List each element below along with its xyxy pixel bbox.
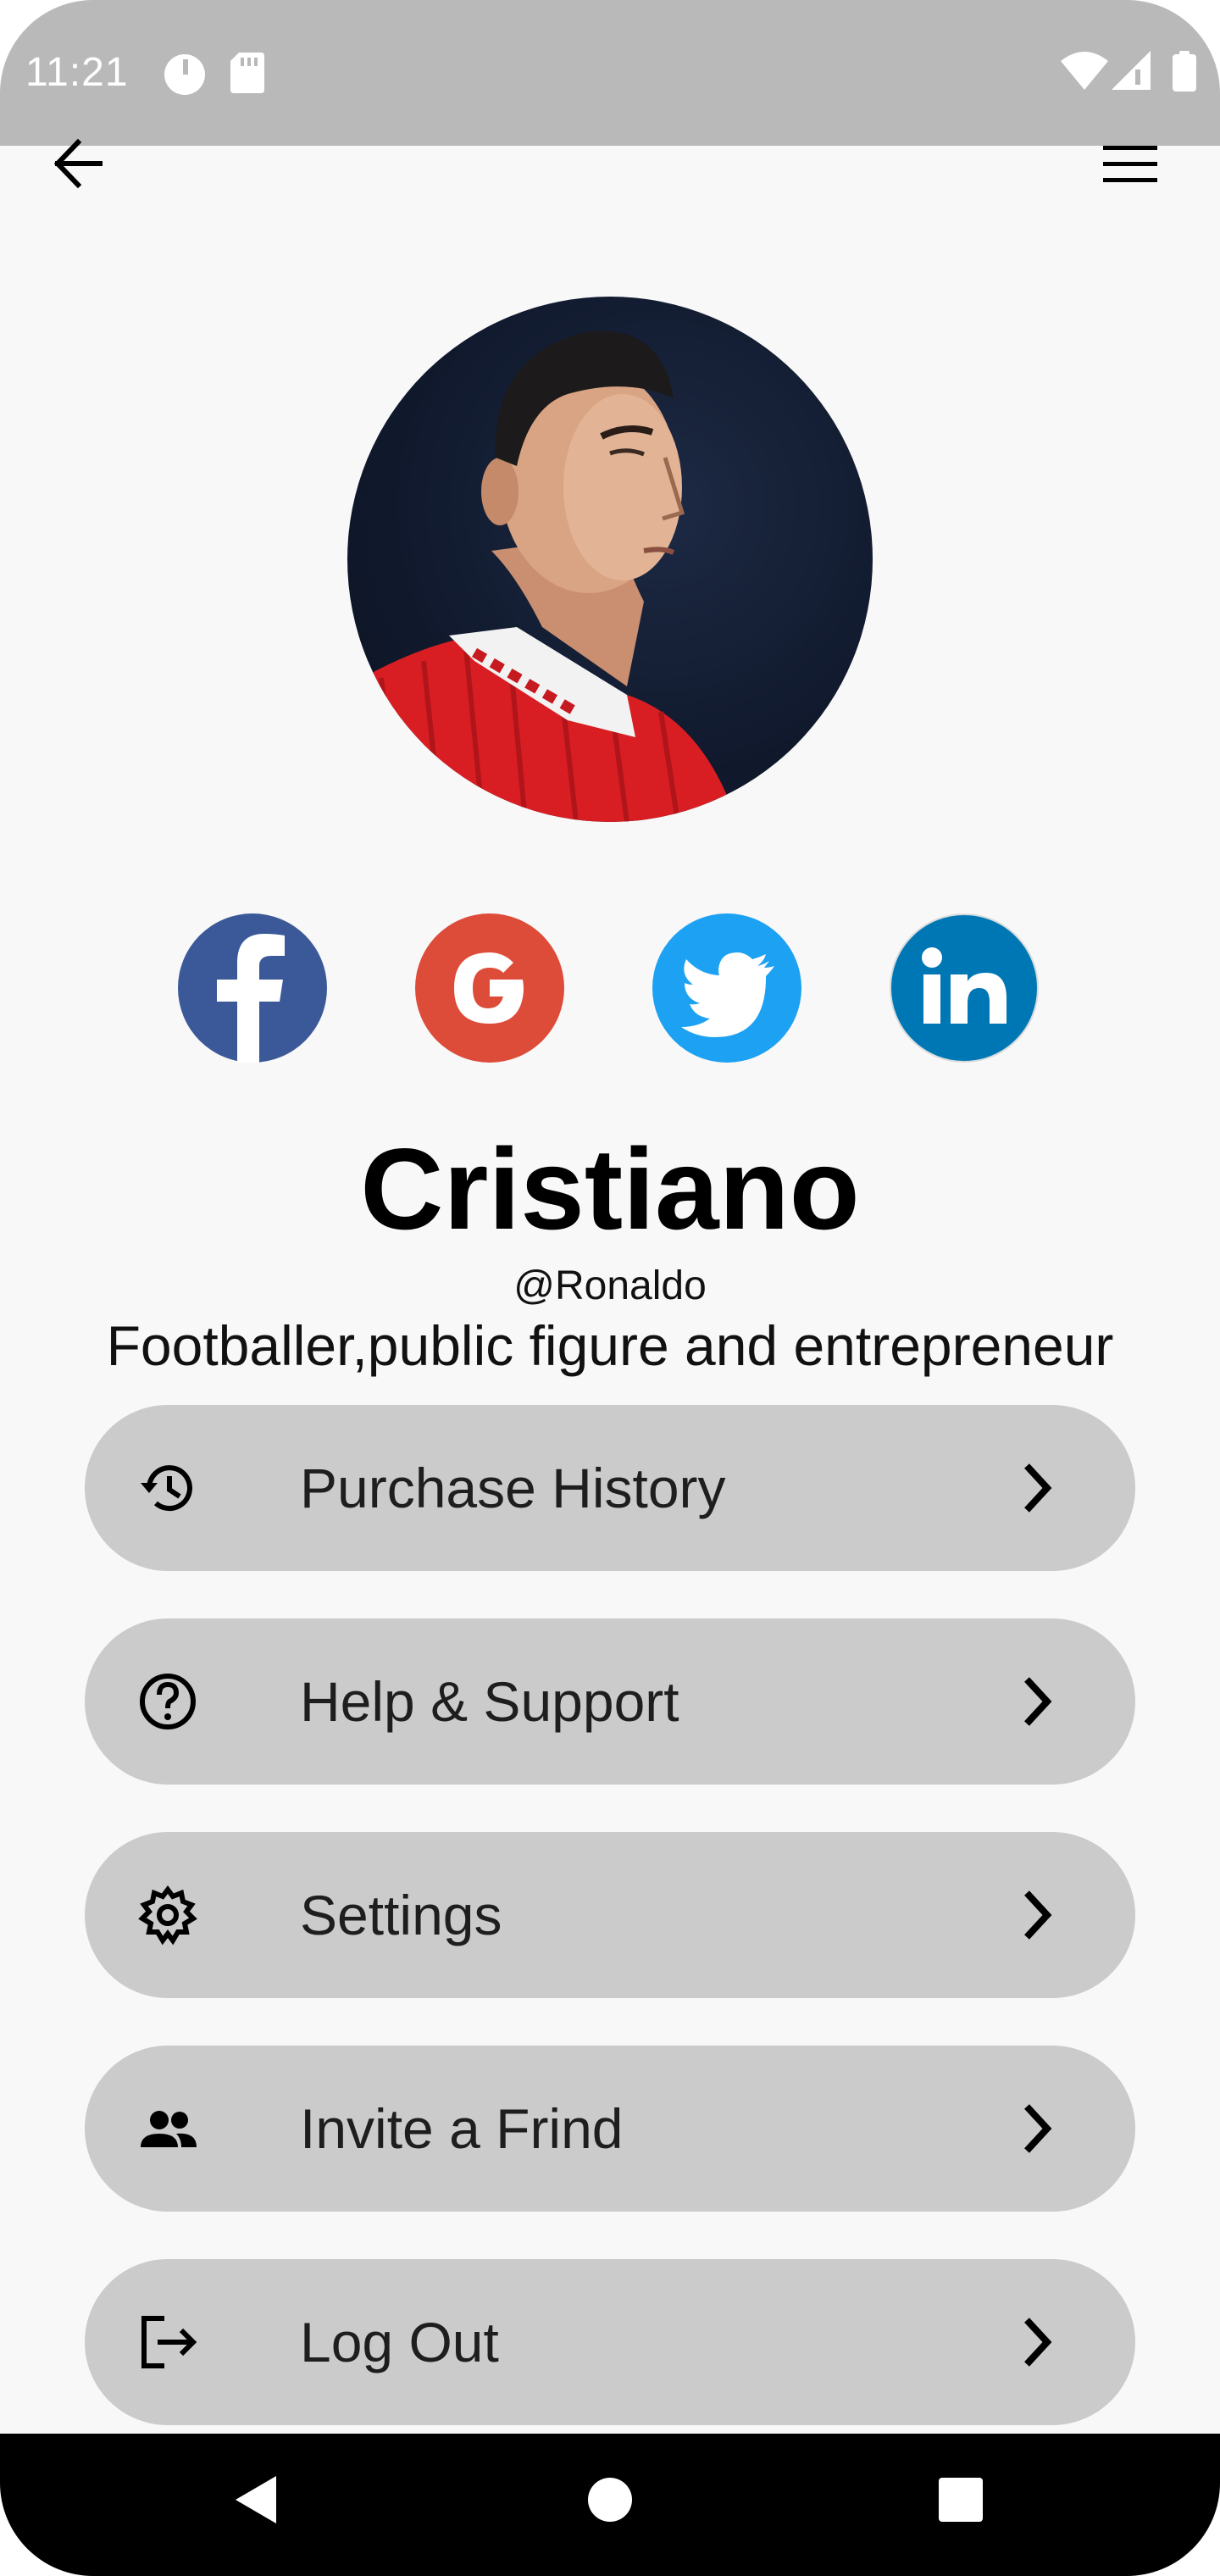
profile-handle: @Ronaldo: [513, 1263, 707, 1308]
profile-name: Cristiano: [360, 1124, 860, 1253]
profile-bio: Footballer,public figure and entrepreneu…: [106, 1314, 1114, 1377]
avatar[interactable]: [347, 297, 873, 822]
home-circle-icon[interactable]: [585, 2468, 635, 2536]
history-icon: [134, 1454, 202, 1522]
menu-item-label: Log Out: [300, 2311, 499, 2373]
wifi-icon: [1061, 51, 1108, 94]
twitter-button[interactable]: [652, 913, 801, 1063]
back-triangle-icon[interactable]: [229, 2468, 280, 2536]
status-time: 11:21: [25, 50, 129, 95]
menu-item-help-support[interactable]: Help & Support: [85, 1618, 1135, 1785]
chevron-right-icon: [1008, 1885, 1068, 1946]
people-icon: [134, 2095, 202, 2162]
status-bar: 11:21: [0, 0, 1220, 146]
signal-icon: [1112, 51, 1151, 94]
chevron-right-icon: [1008, 2098, 1068, 2159]
back-button[interactable]: [49, 134, 117, 193]
menu-item-invite-friend[interactable]: Invite a Frind: [85, 2046, 1135, 2212]
chevron-right-icon: [1008, 2312, 1068, 2373]
menu-item-log-out[interactable]: Log Out: [85, 2259, 1135, 2425]
help-icon: [134, 1668, 202, 1735]
chevron-right-icon: [1008, 1671, 1068, 1732]
system-nav-bar: [0, 2434, 1220, 2576]
menu-item-purchase-history[interactable]: Purchase History: [85, 1405, 1135, 1571]
phone-screen: 11:21 Cristiano @Ronaldo Footballer,publ…: [0, 0, 1220, 2576]
linkedin-icon: [890, 913, 1039, 1063]
menu-item-label: Purchase History: [300, 1457, 726, 1519]
facebook-icon: [178, 913, 327, 1063]
notification-icon: [163, 53, 207, 101]
menu-item-label: Invite a Frind: [300, 2097, 624, 2160]
menu-item-settings[interactable]: Settings: [85, 1832, 1135, 1998]
twitter-icon: [652, 913, 801, 1063]
menu-item-label: Help & Support: [300, 1670, 679, 1733]
sd-card-icon: [230, 53, 264, 97]
arrow-left-icon: [53, 138, 103, 189]
google-button[interactable]: [415, 913, 564, 1063]
profile-photo: [347, 330, 737, 822]
battery-icon: [1173, 51, 1196, 96]
facebook-button[interactable]: [178, 913, 327, 1063]
logout-icon: [134, 2308, 202, 2376]
hamburger-menu-icon: [1103, 146, 1157, 182]
recents-square-icon[interactable]: [935, 2468, 986, 2536]
google-icon: [415, 913, 564, 1063]
settings-gear-icon: [134, 1881, 202, 1949]
linkedin-button[interactable]: [890, 913, 1039, 1063]
chevron-right-icon: [1008, 1457, 1068, 1518]
menu-item-label: Settings: [300, 1884, 502, 1946]
hamburger-menu-button[interactable]: [1098, 139, 1166, 190]
